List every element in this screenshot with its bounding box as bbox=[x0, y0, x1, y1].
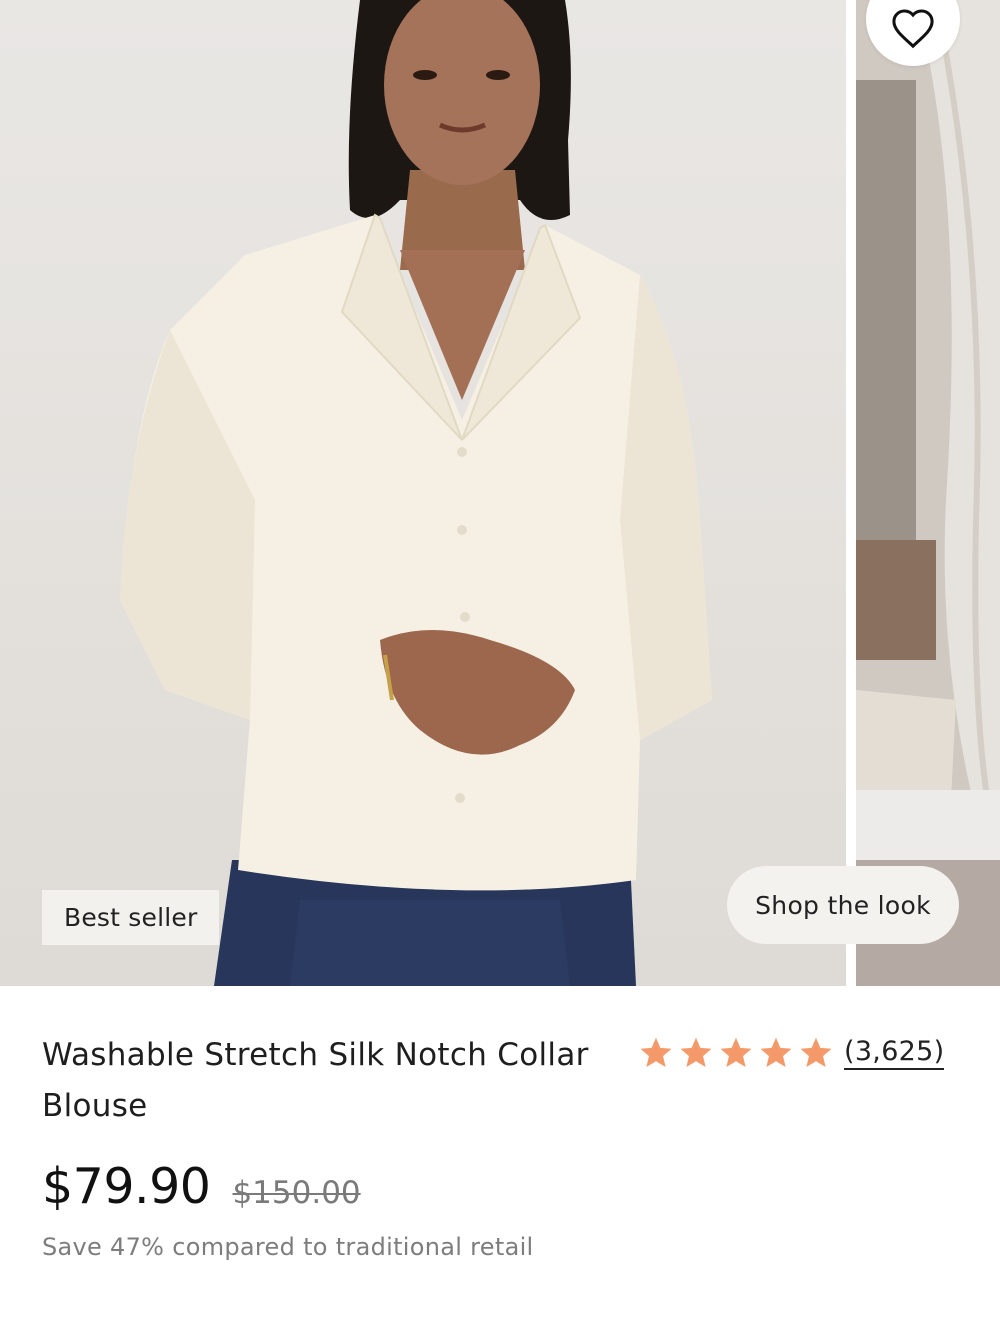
star-icon bbox=[680, 1037, 712, 1067]
savings-text: Save 47% compared to traditional retail bbox=[42, 1233, 534, 1261]
best-seller-label: Best seller bbox=[64, 903, 198, 932]
shop-the-look-label: Shop the look bbox=[755, 890, 931, 920]
best-seller-badge: Best seller bbox=[42, 890, 220, 945]
star-icon bbox=[720, 1037, 752, 1067]
heart-icon bbox=[892, 9, 934, 49]
next-product-photo[interactable] bbox=[856, 0, 1000, 986]
model-photo-illustration bbox=[120, 0, 712, 986]
review-count-link[interactable]: (3,625) bbox=[844, 1036, 945, 1070]
product-photo[interactable] bbox=[0, 0, 846, 986]
lifestyle-photo-illustration bbox=[856, 0, 1000, 986]
star-icon bbox=[800, 1037, 832, 1067]
price-row: $79.90 $150.00 bbox=[42, 1158, 361, 1215]
compare-price: $150.00 bbox=[232, 1175, 361, 1211]
rating-stars bbox=[638, 1035, 834, 1071]
star-icon bbox=[760, 1037, 792, 1067]
product-title: Washable Stretch Silk Notch Collar Blous… bbox=[42, 1037, 589, 1124]
product-rating[interactable]: (3,625) bbox=[638, 1030, 945, 1076]
product-image-gallery[interactable]: Best seller Shop the look bbox=[0, 0, 1000, 986]
sale-price: $79.90 bbox=[42, 1158, 211, 1215]
shop-the-look-button[interactable]: Shop the look bbox=[727, 866, 959, 944]
star-icon bbox=[640, 1037, 672, 1067]
